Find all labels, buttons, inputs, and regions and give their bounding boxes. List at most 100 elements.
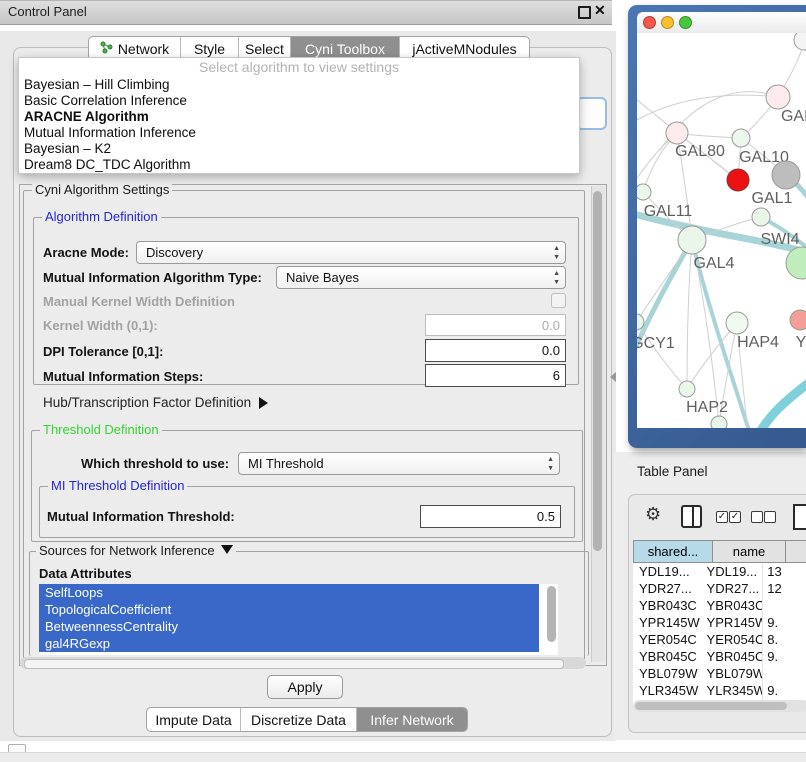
which-threshold-label: Which threshold to use: [81, 456, 229, 471]
tab-label: Style [194, 41, 225, 57]
network-node-gal10[interactable] [732, 129, 750, 147]
algorithm-item[interactable]: Basic Correlation Inference [19, 93, 579, 109]
dpi-tolerance-field[interactable]: 0.0 [425, 339, 566, 362]
table-doc-icon[interactable] [793, 504, 806, 530]
network-node-swi4[interactable] [786, 247, 806, 279]
tab-infer-network[interactable]: Infer Network [357, 708, 467, 731]
table-row[interactable]: YDR27...YDR27...12 [633, 580, 806, 597]
table-cell: 13 [762, 563, 806, 580]
network-edge [637, 240, 692, 322]
column-divider [692, 507, 694, 526]
algorithm-item[interactable]: ARACNE Algorithm [19, 109, 579, 125]
network-node-gal11[interactable] [637, 184, 651, 200]
mac-zoom-icon[interactable] [679, 16, 692, 29]
table-cell: YDL19... [701, 563, 763, 580]
table-cell: 9. [762, 648, 806, 665]
node-label: GAL80 [675, 143, 725, 160]
dropdown-prompt: Select algorithm to view settings [19, 58, 579, 77]
mi-steps-field[interactable]: 6 [425, 364, 566, 387]
algorithm-dropdown[interactable]: Select algorithm to view settings Bayesi… [18, 57, 580, 174]
sources-group-title[interactable]: Sources for Network Inference [36, 544, 236, 558]
algorithm-item[interactable]: Dream8 DC_TDC Algorithm [19, 157, 579, 173]
node-label: GCY1 [637, 335, 675, 352]
aracne-mode-select[interactable]: Discovery ▲▼ [136, 241, 566, 264]
algorithm-item[interactable]: Mutual Information Inference [19, 125, 579, 141]
algorithm-definition-title: Algorithm Definition [42, 210, 161, 224]
sources-title-text: Sources for Network Inference [39, 543, 215, 558]
column-header[interactable]: name [713, 540, 786, 563]
table-row[interactable]: YBR043CYBR043C [633, 597, 806, 614]
attribute-item[interactable]: BetweennessCentrality [39, 618, 539, 635]
panel-divider-collapse-icon[interactable] [610, 372, 616, 382]
manual-kernel-checkbox[interactable] [551, 293, 566, 308]
settings-vertical-scrollbar-thumb[interactable] [593, 191, 602, 551]
table-cell: YDR27... [701, 580, 763, 597]
network-node-gal80[interactable] [666, 122, 688, 144]
network-icon [100, 41, 113, 57]
threshold-definition-title: Threshold Definition [40, 423, 162, 437]
float-panel-icon[interactable] [578, 6, 591, 19]
table-row[interactable]: YDL19...YDL19...13 [633, 563, 806, 580]
column-header[interactable] [786, 540, 806, 563]
gear-icon[interactable]: ⚙ [645, 504, 661, 525]
table-row[interactable]: YLR345WYLR345W9. [633, 682, 806, 699]
mi-type-select[interactable]: Naive Bayes ▲▼ [276, 266, 566, 289]
apply-button[interactable]: Apply [267, 675, 343, 699]
attribute-item[interactable]: SelfLoops [39, 584, 539, 601]
column-layout-icon[interactable] [681, 505, 702, 528]
network-node[interactable] [711, 416, 727, 428]
mi-threshold-field[interactable]: 0.5 [420, 505, 561, 528]
hub-definition-toggle[interactable]: Hub/Transcription Factor Definition [43, 395, 268, 410]
algorithm-item[interactable]: Bayesian – Hill Climbing [19, 77, 579, 93]
table-row[interactable]: YBR045CYBR045C9. [633, 648, 806, 665]
table-cell: YBL079W [701, 665, 763, 682]
tab-impute-data[interactable]: Impute Data [147, 708, 241, 731]
tab-label: Network [118, 41, 169, 57]
unchecked-box-icon[interactable] [751, 511, 763, 523]
network-node[interactable] [727, 169, 749, 191]
network-node[interactable] [794, 33, 806, 50]
network-node[interactable] [772, 161, 800, 189]
network-graph: GALGAL80GAL10GAL1GAL11GAL4SWI4YHAP4GCY1H… [637, 33, 806, 428]
table-header: shared...name [633, 540, 806, 563]
node-label: Y [796, 334, 806, 351]
table-cell: YPR145W [701, 614, 763, 631]
table-horizontal-scrollbar-thumb[interactable] [635, 702, 787, 710]
table-cell: YPR145W [633, 614, 701, 631]
tab-label: Cyni Toolbox [305, 41, 385, 57]
network-node-hap4[interactable] [726, 312, 748, 334]
attribute-item[interactable]: TopologicalCoefficient [39, 601, 539, 618]
checked-box-icon[interactable]: ✓ [729, 511, 741, 523]
network-canvas[interactable]: GALGAL80GAL10GAL1GAL11GAL4SWI4YHAP4GCY1H… [637, 33, 806, 428]
table-row[interactable]: YER054CYER054C8. [633, 631, 806, 648]
close-panel-icon[interactable]: ✕ [594, 2, 606, 19]
network-window-titlebar[interactable] [637, 12, 806, 34]
attribute-items: SelfLoopsTopologicalCoefficientBetweenne… [39, 584, 558, 652]
network-node-hap2[interactable] [679, 381, 695, 397]
checked-box-icon[interactable]: ✓ [716, 511, 728, 523]
table-row[interactable]: YPR145WYPR145W9. [633, 614, 806, 631]
apply-button-label: Apply [287, 679, 322, 695]
network-node-y[interactable] [790, 310, 806, 330]
cyni-settings-group-title: Cyni Algorithm Settings [32, 183, 172, 197]
attribute-item[interactable]: gal4RGexp [39, 635, 539, 652]
unchecked-box-icon[interactable] [764, 511, 776, 523]
network-node-gal[interactable] [766, 85, 790, 109]
mac-minimize-icon[interactable] [661, 16, 674, 29]
mac-close-icon[interactable] [643, 16, 656, 29]
table-cell: YBR045C [701, 648, 763, 665]
tab-discretize-data[interactable]: Discretize Data [241, 708, 357, 731]
algorithm-item[interactable]: Bayesian – K2 [19, 141, 579, 157]
node-label: HAP2 [686, 399, 728, 416]
which-threshold-select[interactable]: MI Threshold ▲▼ [238, 452, 560, 475]
attribute-list-scrollbar[interactable] [547, 586, 556, 642]
network-node-gal4[interactable] [678, 226, 706, 254]
hub-definition-label: Hub/Transcription Factor Definition [43, 395, 251, 410]
network-node-gal1[interactable] [752, 208, 770, 226]
table-row[interactable]: YBL079WYBL079W [633, 665, 806, 682]
control-panel-titlebar[interactable]: Control Panel ✕ [0, 0, 612, 25]
settings-horizontal-scrollbar-thumb[interactable] [24, 659, 564, 669]
kernel-width-field[interactable]: 0.0 [425, 314, 566, 336]
column-header[interactable]: shared... [633, 540, 713, 563]
data-attributes-list[interactable]: SelfLoopsTopologicalCoefficientBetweenne… [39, 584, 558, 655]
